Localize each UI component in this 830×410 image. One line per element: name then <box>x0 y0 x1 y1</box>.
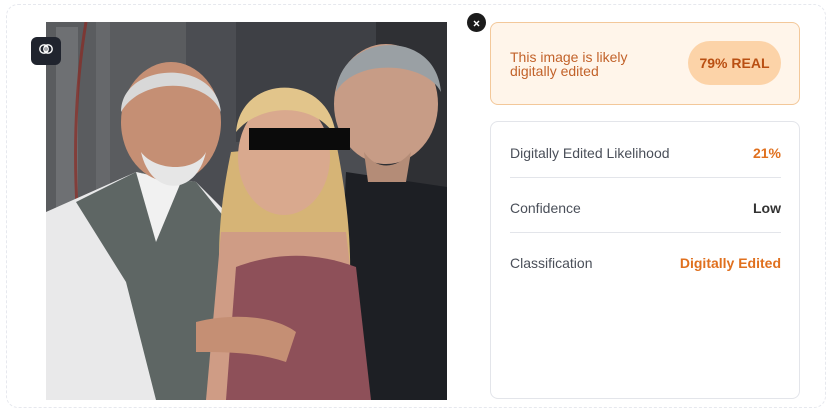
close-icon <box>473 14 480 32</box>
analyzed-photo <box>46 22 447 400</box>
metrics-card: Digitally Edited Likelihood 21% Confiden… <box>490 121 800 399</box>
metric-label: Confidence <box>510 199 581 216</box>
metric-label: Digitally Edited Likelihood <box>510 144 670 161</box>
metric-row-confidence: Confidence Low <box>510 183 781 233</box>
verdict-card: This image is likely digitally edited 79… <box>490 22 800 105</box>
metric-value: Low <box>753 199 781 216</box>
verdict-message: This image is likely digitally edited <box>510 49 628 79</box>
close-button[interactable] <box>467 13 486 32</box>
metric-row-classification: Classification Digitally Edited <box>510 238 781 288</box>
photo-illustration <box>46 22 447 400</box>
metric-label: Classification <box>510 255 593 271</box>
metric-value: Digitally Edited <box>679 255 781 271</box>
authenticity-badge: 79% REAL <box>688 41 781 85</box>
brain-icon <box>39 42 53 61</box>
analysis-button[interactable] <box>31 37 61 65</box>
metric-row-edited-likelihood: Digitally Edited Likelihood 21% <box>510 128 781 178</box>
metric-value: 21% <box>752 144 781 161</box>
